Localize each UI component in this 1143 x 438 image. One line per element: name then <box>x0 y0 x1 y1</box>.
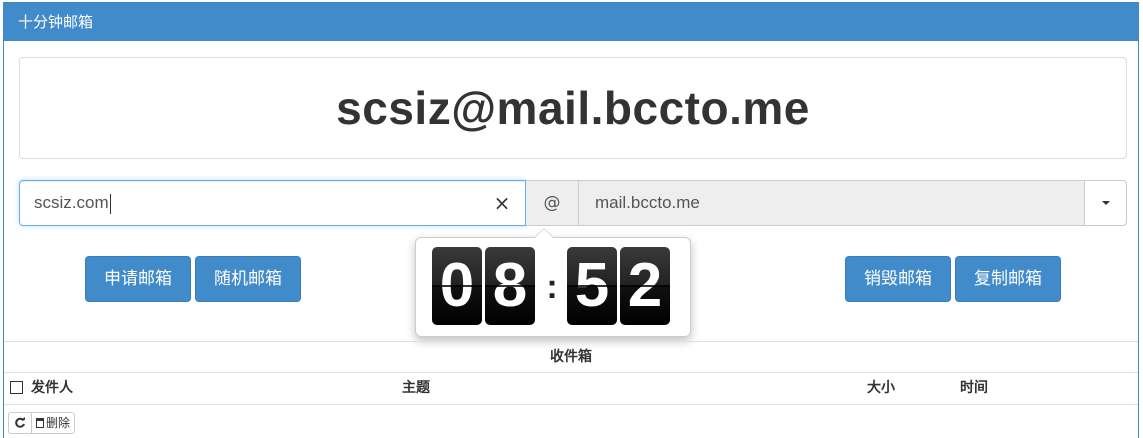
select-all-checkbox[interactable] <box>10 381 23 394</box>
refresh-button[interactable] <box>8 412 32 434</box>
at-addon: @ <box>526 180 578 226</box>
delete-label: 删除 <box>46 416 71 430</box>
apply-mailbox-button[interactable]: 申请邮箱 <box>85 256 191 302</box>
address-form: scsiz.com × @ mail.bccto.me <box>19 180 1127 226</box>
column-sender: 发件人 <box>31 380 73 396</box>
chevron-down-icon <box>1102 201 1110 205</box>
clear-icon[interactable]: × <box>487 180 517 226</box>
trash-icon <box>36 418 44 428</box>
inbox-title: 收件箱 <box>4 341 1138 373</box>
column-size: 大小 <box>867 380 895 396</box>
app-frame: 十分钟邮箱 scsiz@mail.bccto.me scsiz.com × @ … <box>3 2 1139 438</box>
timer-digit-minutes-tens: 0 <box>432 247 482 325</box>
countdown-timer: 0 8 : 5 2 <box>415 228 691 337</box>
timer-separator: : <box>546 268 558 306</box>
delete-button[interactable]: 删除 <box>32 412 76 434</box>
mailbox-name-value: scsiz.com <box>34 193 109 212</box>
destroy-mailbox-button[interactable]: 销毁邮箱 <box>845 256 951 302</box>
random-mailbox-button[interactable]: 随机邮箱 <box>195 256 301 302</box>
copy-mailbox-button[interactable]: 复制邮箱 <box>955 256 1061 302</box>
timer-digit-seconds-tens: 5 <box>567 247 617 325</box>
mailbox-name-input[interactable]: scsiz.com <box>19 180 526 226</box>
inbox-toolbar: 删除 <box>8 412 76 434</box>
domain-select[interactable]: mail.bccto.me <box>578 180 1127 226</box>
column-subject: 主题 <box>402 380 430 396</box>
text-caret <box>109 193 111 214</box>
email-display: scsiz@mail.bccto.me <box>19 57 1127 159</box>
column-time: 时间 <box>960 380 988 396</box>
refresh-icon <box>15 417 25 428</box>
email-address: scsiz@mail.bccto.me <box>336 82 810 134</box>
app-title: 十分钟邮箱 <box>4 3 1138 41</box>
domain-value: mail.bccto.me <box>595 193 700 212</box>
domain-dropdown-button[interactable] <box>1084 181 1126 225</box>
timer-digit-seconds-ones: 2 <box>620 247 670 325</box>
timer-digit-minutes-ones: 8 <box>485 247 535 325</box>
inbox-column-header: 发件人 主题 大小 时间 <box>4 373 1138 405</box>
